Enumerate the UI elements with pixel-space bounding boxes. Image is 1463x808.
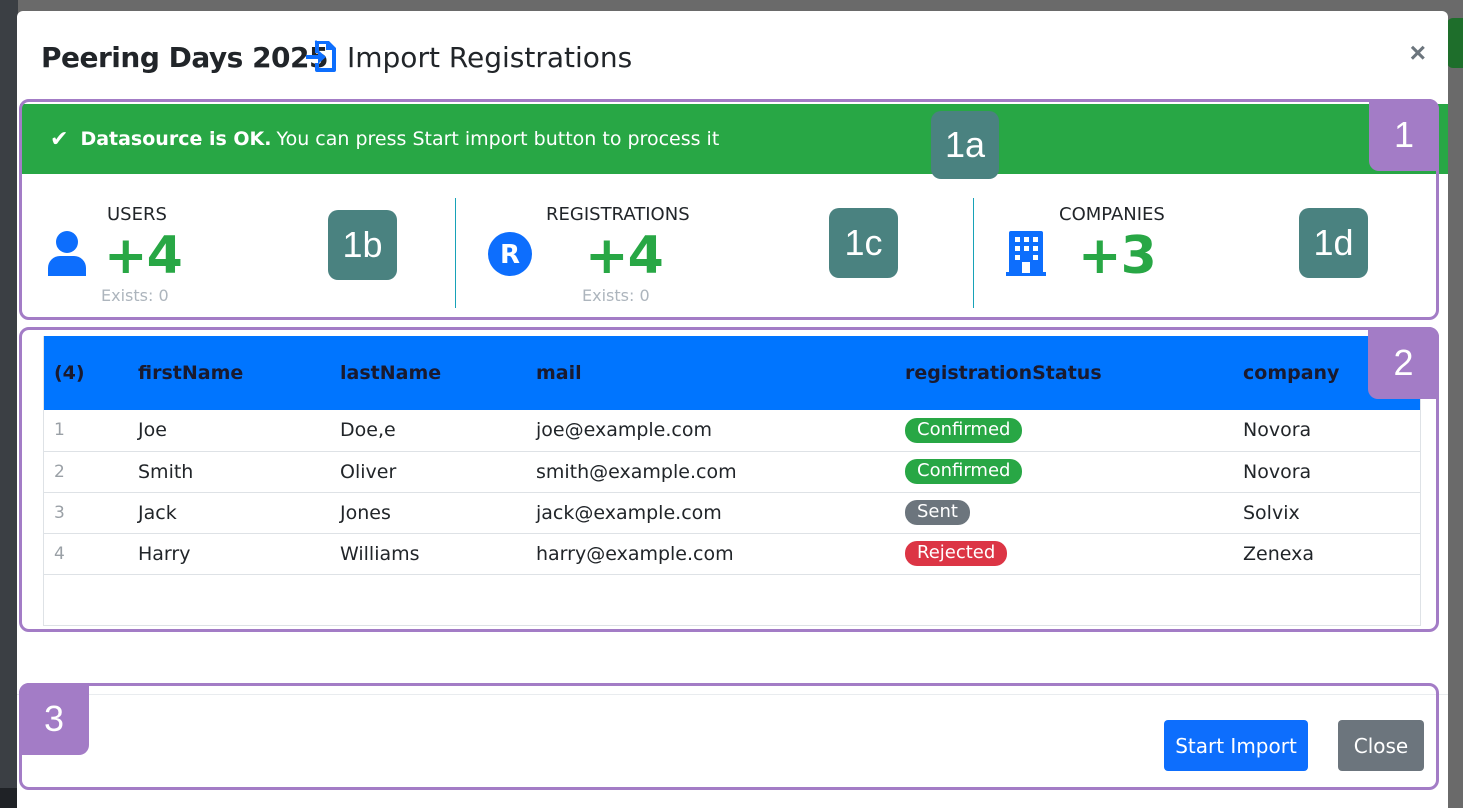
callout-frame-2 [19,327,1439,632]
callout-tag-2: 2 [1368,327,1439,399]
callout-frame-1 [19,99,1439,320]
event-title: Peering Days 2025 [41,41,329,74]
import-modal: Peering Days 2025 Import Registrations ×… [17,11,1448,808]
callout-tag-1b: 1b [328,210,397,280]
backdrop-sidebar [0,0,18,808]
callout-tag-1: 1 [1369,99,1439,171]
callout-tag-3: 3 [19,683,89,755]
backdrop-green-button [1447,18,1463,68]
close-icon[interactable]: × [1410,39,1426,67]
callout-tag-1c: 1c [829,208,898,278]
file-import-icon [306,40,336,72]
dialog-title: Import Registrations [347,41,633,74]
callout-tag-1d: 1d [1299,208,1368,278]
modal-header: Peering Days 2025 Import Registrations × [17,11,1448,103]
callout-frame-3 [19,683,1439,790]
callout-tag-1a: 1a [931,111,999,179]
